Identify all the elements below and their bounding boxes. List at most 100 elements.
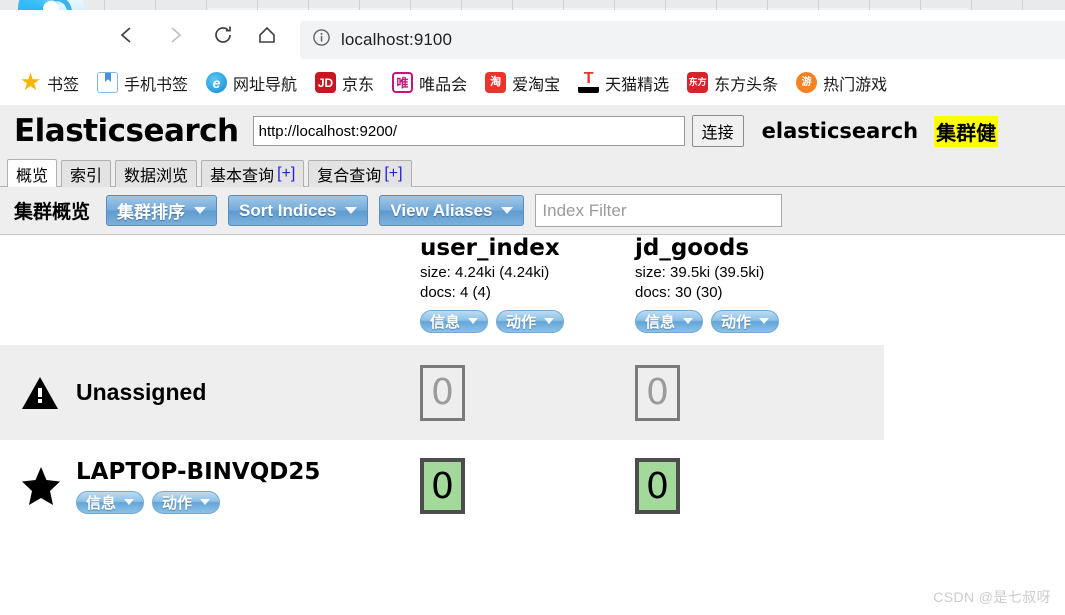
tab-data-browse[interactable]: 数据浏览 <box>115 160 198 187</box>
tab-basic-query[interactable]: 基本查询 [+] <box>201 160 305 187</box>
button-label: Sort Indices <box>239 200 337 220</box>
row-label: LAPTOP-BINVQD25 <box>76 458 321 485</box>
button-label: 动作 <box>721 313 752 331</box>
chevron-down-icon <box>124 499 135 505</box>
index-docs: docs: 4 (4) <box>420 284 491 302</box>
info-circle-icon[interactable] <box>312 28 331 52</box>
tab-label: 数据浏览 <box>124 168 189 185</box>
es-tab-bar: 概览 索引 数据浏览 基本查询 [+] 复合查询 [+] <box>0 157 1065 187</box>
home-button[interactable] <box>252 20 282 50</box>
bookmark-label: 热门游戏 <box>823 76 888 94</box>
button-label: 信息 <box>645 313 676 331</box>
page-title: Elasticsearch <box>14 113 239 149</box>
view-aliases-button[interactable]: View Aliases <box>379 195 525 226</box>
tab-separator <box>818 0 819 10</box>
button-label: 信息 <box>430 313 461 331</box>
row-label: Unassigned <box>76 379 207 405</box>
bookmark-label: 唯品会 <box>419 76 468 94</box>
cluster-health-badge: 集群健 <box>934 115 999 147</box>
browser-tab-strip[interactable] <box>0 0 1065 10</box>
browser-chrome: localhost:9100 ★ 书签 手机书签 网址导航 JD 京东 唯 唯品… <box>0 0 1065 105</box>
bookmark-vip[interactable]: 唯 唯品会 <box>386 69 473 97</box>
tab-separator <box>767 0 768 10</box>
tab-plus-badge: [+] <box>384 165 403 182</box>
toolbar-title: 集群概览 <box>14 202 91 223</box>
tab-composite-query[interactable]: 复合查询 [+] <box>308 160 412 187</box>
index-column-user-index: user_index size: 4.24ki (4.24ki) docs: 4… <box>420 235 635 345</box>
connect-button[interactable]: 连接 <box>691 115 744 147</box>
phone-bookmark-icon <box>97 72 119 93</box>
bookmark-label: 天猫精选 <box>605 76 670 94</box>
shard-box[interactable]: 0 <box>635 458 680 514</box>
index-info-button[interactable]: 信息 <box>635 309 704 333</box>
tab-label: 索引 <box>70 168 103 185</box>
cluster-name: elasticsearch <box>761 119 919 143</box>
tab-overview[interactable]: 概览 <box>7 159 58 187</box>
forward-button[interactable] <box>160 20 190 50</box>
index-action-button[interactable]: 动作 <box>711 309 780 333</box>
browser-nav-bar: localhost:9100 <box>0 10 1065 59</box>
bookmark-jd[interactable]: JD 京东 <box>309 69 380 97</box>
node-action-button[interactable]: 动作 <box>152 490 221 514</box>
tab-separator <box>461 0 462 10</box>
index-size: size: 39.5ki (39.5ki) <box>635 264 765 281</box>
chevron-down-icon <box>683 318 694 324</box>
star-icon: ★ <box>21 71 40 94</box>
chevron-down-icon <box>759 318 770 324</box>
elasticsearch-head-app: Elasticsearch 连接 elasticsearch 集群健 概览 索引… <box>0 105 1065 615</box>
es-toolbar: 集群概览 集群排序 Sort Indices View Aliases <box>0 187 1065 235</box>
navigation-icon <box>206 72 228 93</box>
chevron-down-icon <box>345 207 358 214</box>
shard-box[interactable]: 0 <box>635 364 680 421</box>
tab-separator <box>665 0 666 10</box>
address-bar[interactable]: localhost:9100 <box>300 21 1065 59</box>
bookmark-taobao[interactable]: 淘 爱淘宝 <box>479 69 566 97</box>
bookmark-label: 爱淘宝 <box>512 76 561 94</box>
sort-indices-button[interactable]: Sort Indices <box>228 195 369 226</box>
index-actions: 信息 动作 <box>635 309 850 333</box>
bookmark-label: 网址导航 <box>233 76 298 94</box>
index-actions: 信息 动作 <box>420 309 635 333</box>
tab-separator <box>359 0 360 10</box>
button-label: 信息 <box>86 494 117 512</box>
index-size: size: 4.24ki (4.24ki) <box>420 264 550 281</box>
game-icon: 游 <box>796 72 818 93</box>
jd-icon: JD <box>315 72 337 93</box>
index-header-row: user_index size: 4.24ki (4.24ki) docs: 4… <box>0 235 1065 345</box>
button-label: 动作 <box>162 494 193 512</box>
reload-button[interactable] <box>208 20 238 50</box>
tab-indices[interactable]: 索引 <box>61 160 112 187</box>
shard-box[interactable]: 0 <box>420 364 465 421</box>
bookmark-tmall[interactable]: 天猫精选 <box>572 69 675 97</box>
bookmark-shuqian[interactable]: ★ 书签 <box>14 69 85 97</box>
index-info-button[interactable]: 信息 <box>420 309 489 333</box>
shard-box[interactable]: 0 <box>420 458 465 514</box>
tab-separator <box>512 0 513 10</box>
bookmark-label: 书签 <box>47 76 80 94</box>
index-action-button[interactable]: 动作 <box>496 309 565 333</box>
cluster-url-input[interactable] <box>252 116 685 146</box>
shard-cell: 0 <box>420 364 635 421</box>
node-info-button[interactable]: 信息 <box>76 490 145 514</box>
bookmark-dongfang-toutiao[interactable]: 东方 东方头条 <box>681 69 784 97</box>
table-row: LAPTOP-BINVQD25 信息 动作 0 0 <box>0 440 1065 532</box>
back-button[interactable] <box>112 20 142 50</box>
bookmark-label: 京东 <box>342 76 375 94</box>
bookmark-label: 东方头条 <box>714 76 779 94</box>
bookmark-phone-bookmarks[interactable]: 手机书签 <box>91 69 194 97</box>
index-filter-input[interactable] <box>535 194 783 227</box>
bookmark-site-navigation[interactable]: 网址导航 <box>200 69 303 97</box>
button-label: View Aliases <box>390 200 493 220</box>
bookmark-hot-games[interactable]: 游 热门游戏 <box>790 69 893 97</box>
tab-separator <box>257 0 258 10</box>
tab-label: 基本查询 <box>210 168 275 185</box>
row-label-box: Unassigned <box>76 379 420 406</box>
bookmarks-bar: ★ 书签 手机书签 网址导航 JD 京东 唯 唯品会 淘 爱淘宝 天猫精选 东方 <box>0 60 1065 105</box>
star-icon <box>20 465 76 507</box>
chevron-down-icon <box>544 318 555 324</box>
sort-cluster-button[interactable]: 集群排序 <box>106 195 218 226</box>
tab-separator <box>716 0 717 10</box>
home-icon <box>256 24 278 46</box>
tab-separator <box>920 0 921 10</box>
button-label: 动作 <box>506 313 537 331</box>
